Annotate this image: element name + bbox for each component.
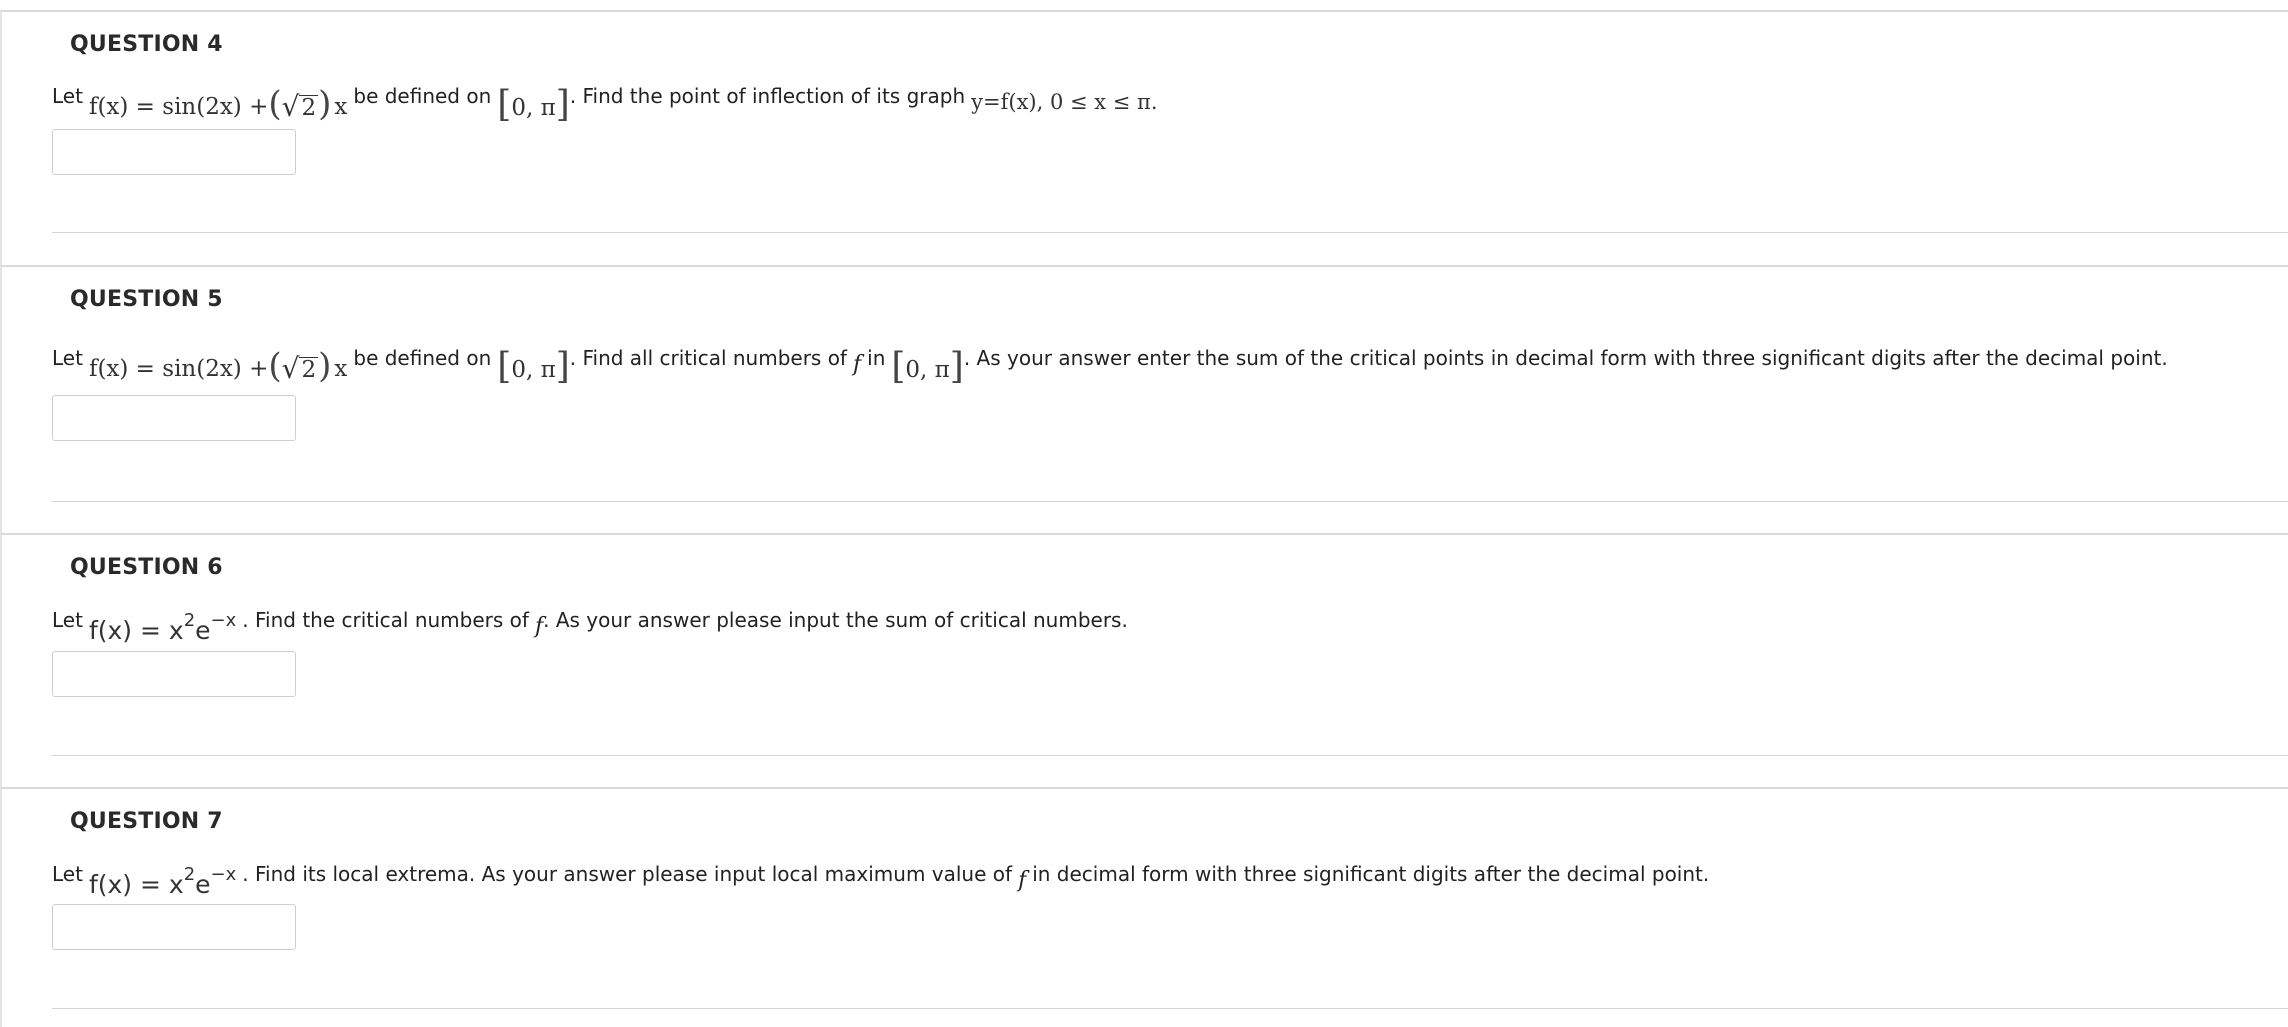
- question-title: QUESTION 7: [70, 809, 223, 834]
- function-expression: f(x) = x 2 e −x: [88, 864, 237, 899]
- let-label: Let: [52, 608, 83, 632]
- sqrt-expression: √ 2: [281, 352, 319, 385]
- question-5-block: QUESTION 5 Let f(x) = sin(2x) + ( √ 2 ) …: [0, 265, 2288, 533]
- function-expression: f(x) = sin(2x) + ( √ 2 ) x: [88, 84, 348, 124]
- f-symbol: f: [1018, 868, 1027, 893]
- function-expression: f(x) = x 2 e −x: [88, 610, 237, 645]
- question-6-block: QUESTION 6 Let f(x) = x 2 e −x . Find the c…: [0, 533, 2288, 787]
- function-expression: f(x) = sin(2x) + ( √ 2 ) x: [88, 346, 348, 386]
- question-text: Let f(x) = x 2 e −x . Find the critical num…: [52, 608, 1128, 645]
- divider: [52, 232, 2288, 233]
- answer-input[interactable]: [52, 129, 296, 175]
- divider: [52, 1008, 2288, 1009]
- question-text: Let f(x) = sin(2x) + ( √ 2 ) x be define…: [52, 84, 1158, 125]
- interval-expression: [ 0, π ]: [891, 346, 964, 387]
- question-title: QUESTION 4: [70, 32, 223, 57]
- f-symbol: f: [534, 614, 544, 639]
- interval-expression: [ 0, π ]: [497, 84, 570, 125]
- answer-input[interactable]: [52, 651, 296, 697]
- question-text: Let f(x) = x 2 e −x . Find its local extrem…: [52, 862, 1710, 899]
- answer-input[interactable]: [52, 904, 296, 950]
- question-7-block: QUESTION 7 Let f(x) = x 2 e −x . Find its l…: [0, 787, 2288, 1027]
- question-text: Let f(x) = sin(2x) + ( √ 2 ) x be define…: [52, 346, 2168, 387]
- question-title: QUESTION 6: [70, 555, 223, 580]
- question-title: QUESTION 5: [70, 287, 223, 312]
- divider: [52, 501, 2288, 502]
- let-label: Let: [52, 84, 83, 108]
- let-label: Let: [52, 862, 83, 886]
- interval-expression: [ 0, π ]: [497, 346, 570, 387]
- f-symbol: f: [852, 352, 862, 377]
- let-label: Let: [52, 346, 83, 370]
- divider: [52, 755, 2288, 756]
- question-4-block: QUESTION 4 Let f(x) = sin(2x) + ( √ 2 ) …: [0, 10, 2288, 265]
- sqrt-expression: √ 2: [281, 90, 319, 123]
- graph-expression: y=f(x), 0 ≤ x ≤ π.: [971, 90, 1158, 114]
- answer-input[interactable]: [52, 395, 296, 441]
